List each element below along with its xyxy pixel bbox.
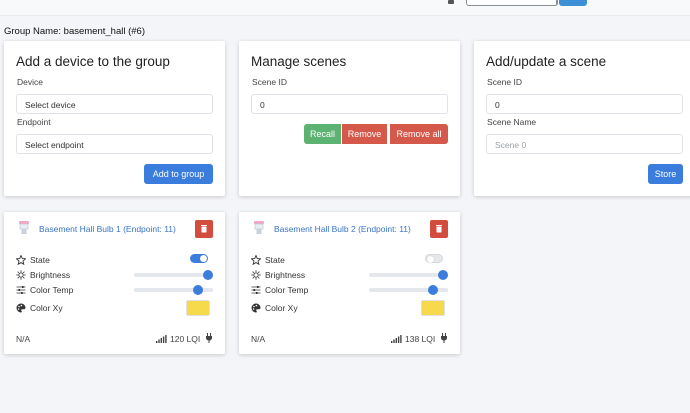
color-xy-label: Color Xy [265,303,298,313]
search-input[interactable] [466,0,558,6]
bulb-icon [254,221,264,234]
search-divider [556,0,557,5]
color-xy-label: Color Xy [30,303,63,313]
store-button[interactable]: Store [648,164,683,184]
color-temp-label: Color Temp [265,285,309,295]
delete-device-button[interactable] [195,220,213,238]
add-device-title: Add a device to the group [16,54,170,69]
brightness-label: Brightness [30,270,71,280]
palette-icon [251,303,261,313]
device-card-1: Basement Hall Bulb 1 (Endpoint: 11) Stat… [4,212,225,354]
scene-id-label: Scene ID [252,77,287,87]
slider-thumb[interactable] [438,270,448,280]
manage-scenes-card: Manage scenes Scene ID 0 Recall Remove R… [239,41,460,196]
add-to-group-button[interactable]: Add to group [144,164,213,184]
manage-scenes-title: Manage scenes [251,54,347,69]
brightness-slider[interactable] [134,270,213,280]
slider-thumb[interactable] [203,270,213,280]
lqi-value: 120 LQI [170,334,201,344]
update-scene-title: Add/update a scene [486,54,607,69]
sliders-icon [251,286,261,294]
device-status: N/A [16,334,31,344]
scene-id-input[interactable]: 0 [251,94,448,114]
device-card-2: Basement Hall Bulb 2 (Endpoint: 11) Stat… [239,212,460,354]
star-icon [251,255,261,265]
palette-icon [16,303,26,313]
sun-icon [16,270,26,280]
remove-all-button[interactable]: Remove all [390,124,448,144]
sun-icon [251,270,261,280]
endpoint-select[interactable]: Select endpoint [16,134,213,154]
slider-thumb[interactable] [193,285,204,295]
slider-thumb[interactable] [428,285,439,295]
state-toggle[interactable] [425,254,443,263]
device-status: N/A [251,334,266,344]
color-swatch[interactable] [186,300,210,316]
endpoint-label: Endpoint [17,117,51,127]
trash-icon [436,225,442,233]
plug-icon [206,333,212,343]
color-swatch[interactable] [421,300,445,316]
color-temp-label: Color Temp [30,285,74,295]
update-scene-card: Add/update a scene Scene ID 0 Scene Name… [474,41,690,196]
update-scene-id-input[interactable]: 0 [486,94,683,114]
state-toggle[interactable] [190,254,208,263]
plug-icon [441,333,447,343]
sliders-icon [16,286,26,294]
signal-icon [391,335,402,343]
signal-icon [156,335,167,343]
state-label: State [265,255,285,265]
delete-device-button[interactable] [430,220,448,238]
state-label: State [30,255,50,265]
device-title[interactable]: Basement Hall Bulb 2 (Endpoint: 11) [274,224,411,234]
menu-icon[interactable] [448,0,454,4]
color-temp-slider[interactable] [369,285,448,295]
group-name: Group Name: basement_hall (#6) [4,26,145,37]
bulb-icon [19,221,29,234]
scene-name-input[interactable]: Scene 0 [486,134,683,154]
update-scene-id-label: Scene ID [487,77,522,87]
device-label: Device [17,77,43,87]
trash-icon [201,225,207,233]
lqi-value: 138 LQI [405,334,436,344]
search-button[interactable] [559,0,587,6]
add-device-card: Add a device to the group Device Select … [4,41,225,196]
device-select[interactable]: Select device [16,94,213,114]
scene-name-label: Scene Name [487,117,537,127]
device-title[interactable]: Basement Hall Bulb 1 (Endpoint: 11) [39,224,176,234]
star-icon [16,255,26,265]
top-navbar [0,0,690,16]
recall-button[interactable]: Recall [304,124,341,144]
remove-button[interactable]: Remove [341,124,387,144]
color-temp-slider[interactable] [134,285,213,295]
brightness-slider[interactable] [369,270,448,280]
brightness-label: Brightness [265,270,306,280]
